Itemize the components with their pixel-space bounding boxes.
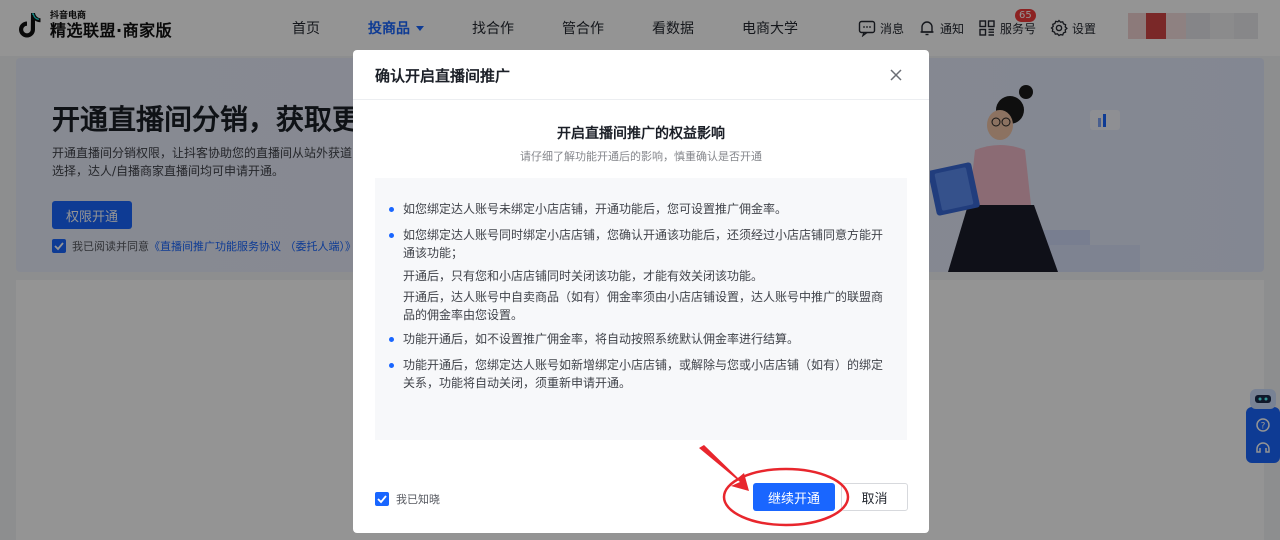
- list-item: 如您绑定达人账号未绑定小店店铺，开通功能后，您可设置推广佣金率。: [389, 200, 883, 218]
- section-title: 开启直播间推广的权益影响: [557, 126, 725, 142]
- dialog-header: 确认开启直播间推广: [353, 50, 929, 100]
- close-icon[interactable]: [887, 66, 905, 84]
- acknowledge-row: 我已知晓: [375, 491, 440, 507]
- bullet-icon: [389, 337, 394, 342]
- cancel-button[interactable]: 取消: [841, 483, 908, 511]
- bullet-icon: [389, 207, 394, 212]
- bullet-icon: [389, 233, 394, 238]
- acknowledge-label: 我已知晓: [396, 493, 440, 506]
- list-item: 功能开通后，如不设置推广佣金率，将自动按照系统默认佣金率进行结算。: [389, 330, 883, 348]
- section-subtitle: 请仔细了解功能开通后的影响，慎重确认是否开通: [520, 150, 762, 163]
- list-item-note: 开通后，达人账号中自卖商品（如有）佣金率须由小店店铺设置，达人账号中推广的联盟商…: [403, 288, 883, 324]
- confirm-live-promotion-dialog: 确认开启直播间推广 开启直播间推广的权益影响 请仔细了解功能开通后的影响，慎重确…: [353, 50, 929, 533]
- list-item-text: 功能开通后，如不设置推广佣金率，将自动按照系统默认佣金率进行结算。: [403, 332, 800, 346]
- dialog-title: 确认开启直播间推广: [375, 67, 511, 85]
- list-item-text: 如您绑定达人账号未绑定小店店铺，开通功能后，您可设置推广佣金率。: [403, 202, 788, 216]
- list-item-text: 开通后，只有您和小店店铺同时关闭该功能，才能有效关闭该功能。: [403, 269, 764, 283]
- list-item: 功能开通后，您绑定达人账号如新增绑定小店店铺，或解除与您或小店店铺（如有）的绑定…: [389, 356, 884, 392]
- list-item: 如您绑定达人账号同时绑定小店店铺，您确认开通该功能后，还须经过小店店铺同意方能开…: [389, 226, 884, 262]
- list-item-note: 开通后，只有您和小店店铺同时关闭该功能，才能有效关闭该功能。: [403, 267, 883, 285]
- continue-enable-button[interactable]: 继续开通: [753, 483, 835, 511]
- list-item-text: 如您绑定达人账号同时绑定小店店铺，您确认开通该功能后，还须经过小店店铺同意方能开…: [403, 228, 884, 260]
- acknowledge-checkbox[interactable]: [375, 492, 389, 506]
- check-icon: [377, 495, 387, 504]
- list-item-text: 功能开通后，您绑定达人账号如新增绑定小店店铺，或解除与您或小店店铺（如有）的绑定…: [403, 358, 884, 390]
- impact-list: 如您绑定达人账号未绑定小店店铺，开通功能后，您可设置推广佣金率。 如您绑定达人账…: [375, 178, 907, 440]
- list-item-text: 开通后，达人账号中自卖商品（如有）佣金率须由小店店铺设置，达人账号中推广的联盟商…: [403, 290, 884, 322]
- bullet-icon: [389, 363, 394, 368]
